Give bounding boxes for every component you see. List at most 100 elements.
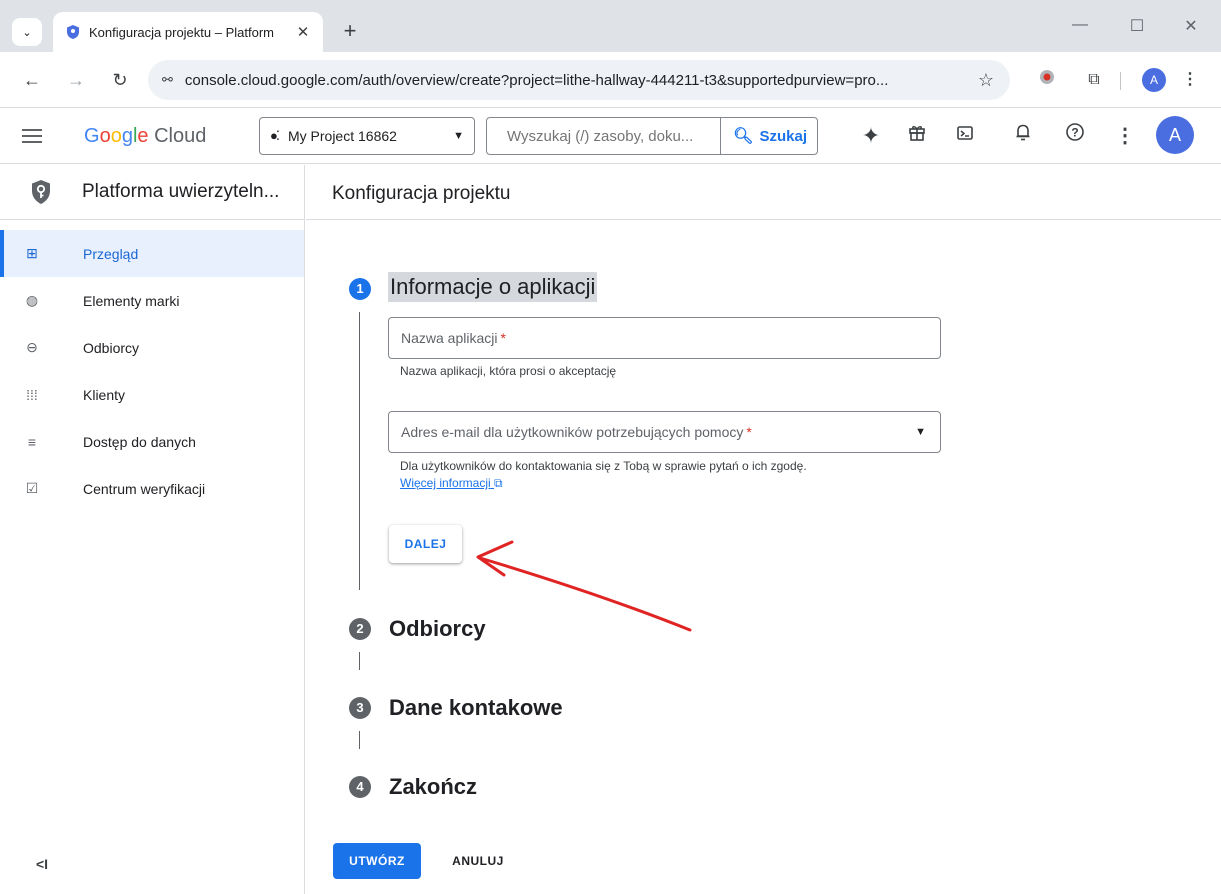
forward-icon[interactable]: → (62, 66, 90, 94)
app-name-label: Nazwa aplikacji (401, 330, 498, 346)
step-connector (359, 652, 360, 670)
required-asterisk: * (500, 330, 506, 346)
step-4-number: 4 (349, 776, 371, 798)
sidebar-item-data-access[interactable]: ≡ Dostęp do danych (0, 418, 304, 465)
new-tab-button[interactable]: + (336, 18, 364, 46)
search-button-label: Szukaj (759, 127, 807, 145)
auth-platform-shield-icon (32, 180, 50, 204)
step-3-number: 3 (349, 697, 371, 719)
sidebar-item-label: Odbiorcy (83, 339, 140, 356)
toolbar-divider (1120, 72, 1121, 90)
sidebar-product-title: Platforma uwierzyteln... (82, 181, 280, 202)
sidebar-nav: ⊞ Przegląd ◍ Elementy marki ⊖ Odbiorcy ⁞… (0, 220, 304, 512)
search-input[interactable] (487, 118, 721, 154)
project-picker[interactable]: ●⁚ My Project 16862 ▼ (259, 117, 475, 155)
maximize-icon[interactable]: ☐ (1122, 16, 1152, 36)
page-title-bar: Konfiguracja projektu (306, 165, 1221, 220)
sidebar-header: Platforma uwierzyteln... (0, 165, 304, 220)
browser-menu-icon[interactable]: ⋮ (1178, 68, 1202, 92)
sidebar-item-clients[interactable]: ⁞⁞⁞ Klienty (0, 371, 304, 418)
address-bar[interactable]: ⚯ console.cloud.google.com/auth/overview… (148, 60, 1010, 100)
annotation-arrow-icon (476, 540, 692, 632)
cloud-shell-icon[interactable] (951, 122, 979, 150)
step-1-number: 1 (349, 278, 371, 300)
site-info-icon[interactable]: ⚯ (162, 72, 173, 88)
external-link-icon: ⧉ (494, 476, 503, 490)
bookmark-star-icon[interactable]: ☆ (978, 70, 994, 91)
support-email-select[interactable]: Adres e-mail dla użytkowników potrzebują… (388, 411, 941, 453)
search-bar: 🔍︎ Szukaj (486, 117, 818, 155)
account-circle-icon: ⊖ (26, 339, 38, 355)
sidebar-item-overview[interactable]: ⊞ Przegląd (0, 230, 304, 277)
extensions-puzzle-icon[interactable]: ⧉ (1082, 68, 1106, 92)
step-3-title[interactable]: Dane kontakowe (389, 695, 563, 721)
browser-toolbar: ← → ↻ ⚯ console.cloud.google.com/auth/ov… (0, 52, 1221, 108)
app-name-hint: Nazwa aplikacji, która prosi o akceptacj… (400, 364, 617, 378)
minimize-icon[interactable]: — (1065, 16, 1095, 34)
search-button[interactable]: 🔍︎ Szukaj (720, 118, 817, 154)
shield-favicon-icon (67, 25, 79, 39)
sidebar: Platforma uwierzyteln... ⊞ Przegląd ◍ El… (0, 165, 305, 894)
palette-icon: ◍ (25, 292, 39, 308)
url-text[interactable]: console.cloud.google.com/auth/overview/c… (185, 72, 968, 89)
dropdown-arrow-icon: ▼ (915, 426, 926, 438)
project-hierarchy-icon: ●⁚ (270, 128, 280, 143)
browser-profile-avatar[interactable]: A (1142, 68, 1166, 92)
app-name-field[interactable]: Nazwa aplikacji * (388, 317, 941, 359)
page-title: Konfiguracja projektu (332, 183, 511, 204)
sidebar-item-label: Elementy marki (83, 292, 180, 309)
sidebar-item-verification-center[interactable]: ☑ Centrum weryfikacji (0, 465, 304, 512)
more-info-link[interactable]: Więcej informacji ⧉ (400, 476, 503, 491)
extension-badge-icon (1040, 70, 1054, 84)
terminal-svg (957, 126, 973, 140)
sidebar-item-audience[interactable]: ⊖ Odbiorcy (0, 324, 304, 371)
step-2-number: 2 (349, 618, 371, 640)
gift-svg (909, 126, 925, 141)
cancel-button[interactable]: ANULUJ (442, 843, 514, 879)
reload-icon[interactable]: ↻ (106, 66, 134, 94)
collapse-sidebar-icon[interactable]: <I (36, 856, 48, 872)
help-svg: ? (1066, 123, 1084, 141)
notifications-bell-icon[interactable] (1009, 122, 1037, 150)
extension-icon[interactable] (1035, 68, 1059, 92)
caret-down-icon: ▼ (453, 130, 464, 142)
cloud-header: Google Cloud ●⁚ My Project 16862 ▼ 🔍︎ Sz… (0, 108, 1221, 164)
sidebar-item-branding[interactable]: ◍ Elementy marki (0, 277, 304, 324)
required-asterisk: * (746, 424, 752, 440)
more-options-icon[interactable]: ⋮ (1111, 122, 1139, 150)
gift-icon[interactable] (903, 122, 931, 150)
gemini-sparkle-icon[interactable]: ✦ (857, 122, 885, 150)
step-connector (359, 731, 360, 749)
tab-search-button[interactable]: ⌄ (12, 18, 42, 46)
step-1-title[interactable]: Informacje o aplikacji (388, 272, 598, 302)
browser-tabstrip: ⌄ Konfiguracja projektu – Platform ✕ + —… (0, 0, 1221, 52)
step-connector (359, 312, 360, 590)
sidebar-item-label: Centrum weryfikacji (83, 480, 206, 497)
main-menu-icon[interactable] (20, 124, 44, 148)
support-email-hint: Dla użytkowników do kontaktowania się z … (400, 459, 807, 473)
more-info-label: Więcej informacji (400, 476, 491, 490)
next-button[interactable]: DALEJ (389, 525, 462, 563)
support-email-label: Adres e-mail dla użytkowników potrzebują… (401, 424, 744, 440)
chevron-down-icon: ⌄ (22, 26, 32, 39)
sidebar-item-label: Przegląd (83, 245, 139, 262)
account-avatar[interactable]: A (1156, 116, 1194, 154)
grid-icon: ⁞⁞⁞ (26, 386, 38, 403)
tab-title: Konfiguracja projektu – Platform (89, 24, 274, 40)
tab-close-icon[interactable]: ✕ (293, 23, 313, 41)
verified-checkbox-icon: ☑ (25, 480, 39, 496)
bell-svg (1016, 124, 1030, 141)
svg-text:?: ? (1071, 126, 1078, 140)
google-cloud-logo[interactable]: Google Cloud (84, 125, 206, 148)
back-icon[interactable]: ← (18, 66, 46, 94)
create-button[interactable]: UTWÓRZ (333, 843, 421, 879)
browser-tab[interactable]: Konfiguracja projektu – Platform ✕ (53, 12, 323, 52)
window-close-icon[interactable]: ✕ (1176, 16, 1206, 36)
data-access-icon: ≡ (27, 433, 37, 450)
sidebar-item-label: Dostęp do danych (83, 433, 196, 450)
help-icon[interactable]: ? (1061, 122, 1089, 150)
step-4-title[interactable]: Zakończ (389, 774, 477, 800)
project-name: My Project 16862 (287, 128, 397, 144)
search-icon: 🔍︎ (733, 128, 754, 145)
dashboard-icon: ⊞ (26, 245, 38, 261)
